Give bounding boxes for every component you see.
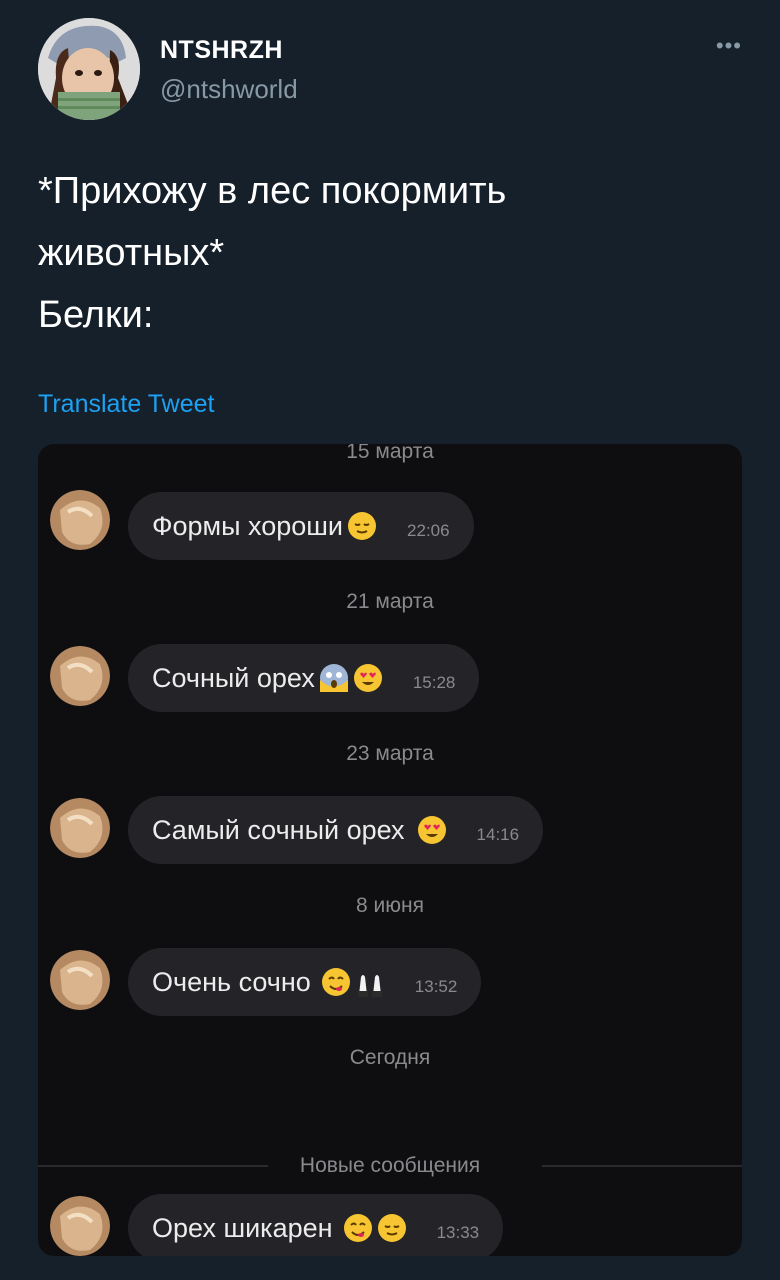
tweet-header: NTSHRZH @ntshworld ••• xyxy=(38,18,742,122)
tweet-media-image[interactable]: 15 марта Формы хороши 22:06 21 марта Соч… xyxy=(38,444,742,1256)
squirrel-avatar-icon xyxy=(50,490,110,550)
message-bubble[interactable]: Сочный орех 15:28 xyxy=(128,644,480,712)
message-time: 13:33 xyxy=(436,1223,480,1242)
heart-eyes-face-icon xyxy=(417,816,446,844)
message-bubble[interactable]: Очень сочно 13:52 xyxy=(128,948,482,1016)
more-horizontal-icon[interactable]: ••• xyxy=(706,35,742,57)
author-name[interactable]: NTSHRZH xyxy=(160,36,283,65)
message-text: Сочный орех xyxy=(152,662,315,693)
new-messages-label: Новые сообщения xyxy=(299,1154,481,1177)
message-text: Самый сочный орех xyxy=(152,814,405,845)
translate-tweet-link[interactable]: Translate Tweet xyxy=(38,390,214,419)
squirrel-avatar-icon xyxy=(50,646,110,706)
relieved-face-icon xyxy=(348,512,377,540)
heart-eyes-face-icon xyxy=(353,664,382,692)
tweet-text: *Прихожу в лес покормить животных* Белки… xyxy=(38,160,738,346)
message-text: Формы хороши xyxy=(152,510,344,541)
squirrel-avatar xyxy=(50,490,110,550)
squirrel-avatar-icon xyxy=(50,798,110,858)
author-handle[interactable]: @ntshworld xyxy=(160,74,298,105)
tweet-text-line: *Прихожу в лес покормить xyxy=(38,170,507,212)
message-bubble[interactable]: Самый сочный орех 14:16 xyxy=(128,796,544,864)
yum-face-icon xyxy=(343,1214,372,1242)
message-text: Очень сочно xyxy=(152,966,311,997)
squirrel-avatar xyxy=(50,1196,110,1256)
tweet-text-line: Белки: xyxy=(38,294,154,336)
date-separator: 8 июня xyxy=(356,894,424,917)
date-separator: 21 марта xyxy=(346,590,434,613)
squirrel-avatar-icon xyxy=(50,950,110,1010)
squirrel-avatar-icon xyxy=(50,1196,110,1256)
message-time: 14:16 xyxy=(476,825,520,844)
squirrel-avatar xyxy=(50,950,110,1010)
message-bubble[interactable]: Формы хороши 22:06 xyxy=(128,492,474,560)
date-separator: Сегодня xyxy=(349,1046,431,1069)
squirrel-avatar xyxy=(50,798,110,858)
author-avatar-image xyxy=(38,18,140,120)
relieved-face-icon xyxy=(377,1214,406,1242)
date-separator: 23 марта xyxy=(346,742,434,765)
screaming-face-icon xyxy=(319,664,348,692)
message-time: 15:28 xyxy=(412,673,456,692)
message-bubble[interactable]: Орех шикарен 13:33 xyxy=(128,1194,504,1256)
date-separator: 15 марта xyxy=(346,444,434,463)
message-time: 22:06 xyxy=(407,521,450,540)
message-text: Орех шикарен xyxy=(152,1212,333,1243)
yum-face-icon xyxy=(321,968,350,996)
squirrel-avatar xyxy=(50,646,110,706)
message-time: 13:52 xyxy=(414,977,458,996)
author-avatar[interactable] xyxy=(38,18,140,120)
raising-hands-icon xyxy=(357,975,382,997)
new-messages-divider: Новые сообщения xyxy=(38,1154,742,1178)
tweet-text-line: животных* xyxy=(38,232,225,274)
